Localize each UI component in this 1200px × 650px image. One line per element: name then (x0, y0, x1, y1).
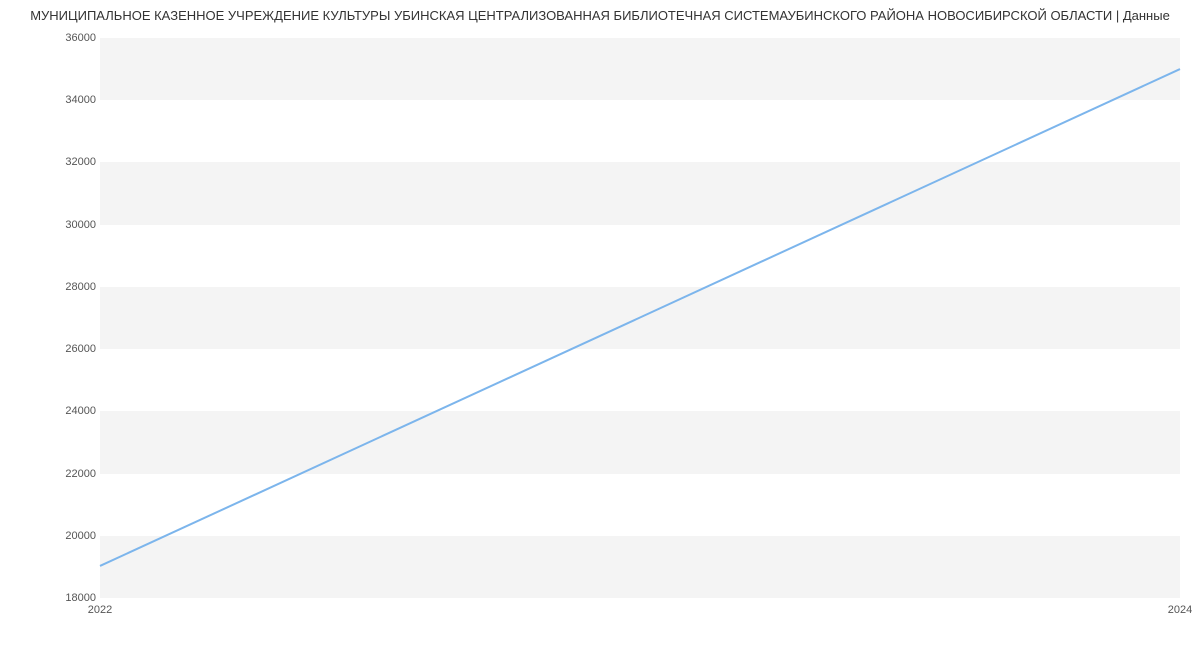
y-tick-label: 30000 (36, 219, 96, 231)
x-tick-label: 2024 (1168, 604, 1192, 616)
y-tick-label: 32000 (36, 156, 96, 168)
y-tick-label: 24000 (36, 405, 96, 417)
y-tick-label: 22000 (36, 468, 96, 480)
line-series (100, 69, 1180, 566)
y-tick-label: 18000 (36, 592, 96, 604)
y-tick-label: 34000 (36, 94, 96, 106)
chart-line-svg (100, 38, 1180, 597)
y-tick-label: 28000 (36, 281, 96, 293)
y-tick-label: 20000 (36, 530, 96, 542)
y-tick-label: 26000 (36, 343, 96, 355)
chart-title: МУНИЦИПАЛЬНОЕ КАЗЕННОЕ УЧРЕЖДЕНИЕ КУЛЬТУ… (0, 0, 1200, 27)
plot-area (100, 38, 1180, 598)
x-tick-label: 2022 (88, 604, 112, 616)
chart-container: МУНИЦИПАЛЬНОЕ КАЗЕННОЕ УЧРЕЖДЕНИЕ КУЛЬТУ… (0, 0, 1200, 650)
y-tick-label: 36000 (36, 32, 96, 44)
